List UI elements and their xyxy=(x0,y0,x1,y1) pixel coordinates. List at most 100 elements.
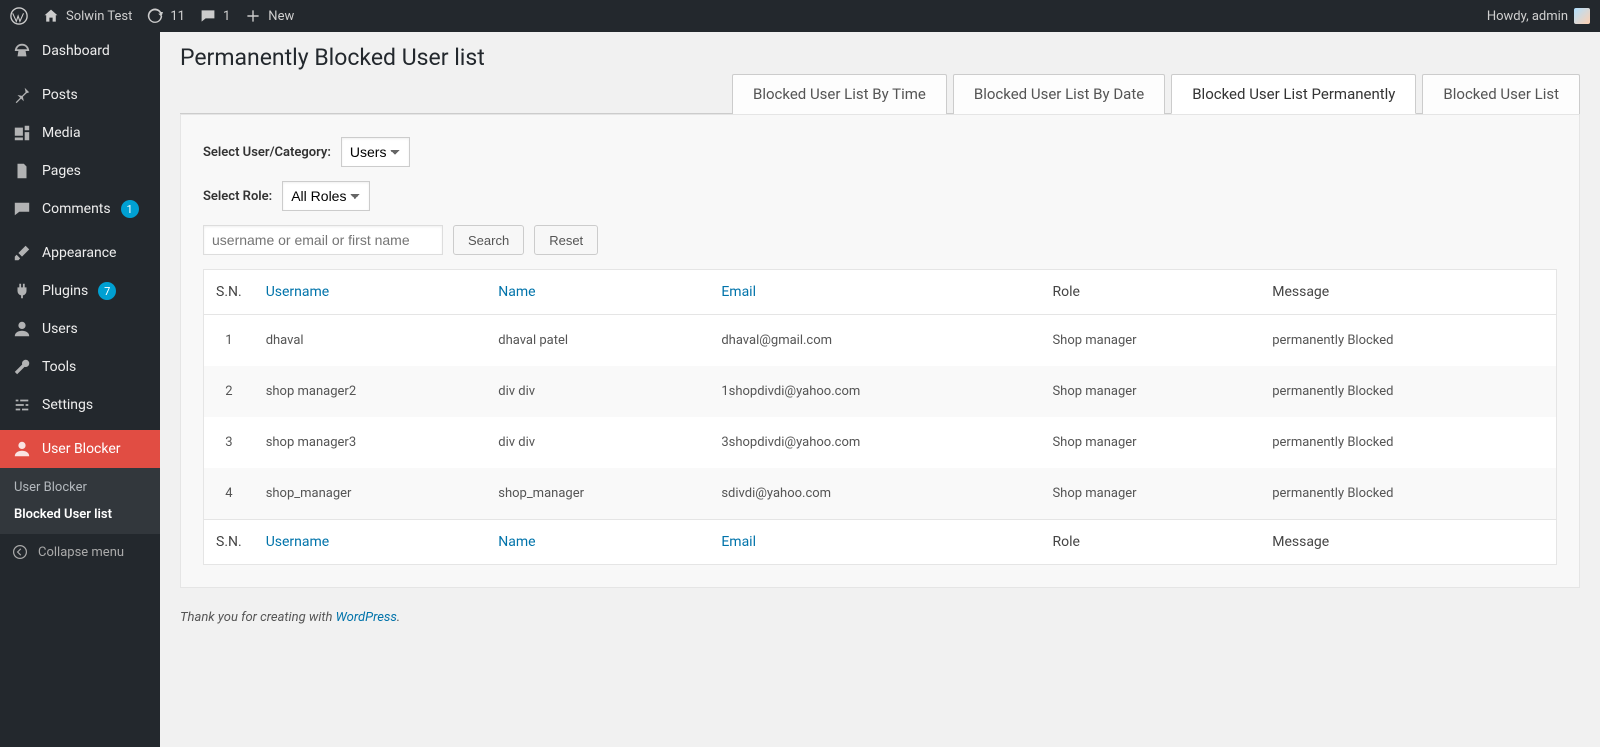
comment-icon xyxy=(199,7,217,25)
th-message: Message xyxy=(1260,270,1556,315)
search-input[interactable] xyxy=(203,225,443,255)
main-content: Permanently Blocked User list Blocked Us… xyxy=(160,0,1600,588)
menu-user-blocker[interactable]: User Blocker xyxy=(0,430,160,468)
wp-logo[interactable] xyxy=(10,7,28,25)
collapse-label: Collapse menu xyxy=(38,545,124,560)
wordpress-icon xyxy=(10,7,28,25)
select-user-category[interactable]: Users xyxy=(341,137,410,167)
th-email: Email xyxy=(709,270,1040,315)
dashboard-icon xyxy=(12,41,32,61)
media-icon xyxy=(12,123,32,143)
select-user-category-label: Select User/Category: xyxy=(203,145,331,160)
home-icon xyxy=(42,7,60,25)
table-row: 3shop manager3div div3shopdivdi@yahoo.co… xyxy=(204,417,1557,468)
cell-email: 3shopdivdi@yahoo.com xyxy=(709,417,1040,468)
tf-email: Email xyxy=(709,520,1040,565)
sort-email-foot[interactable]: Email xyxy=(721,534,756,550)
menu-settings[interactable]: Settings xyxy=(0,386,160,424)
cell-message: permanently Blocked xyxy=(1260,417,1556,468)
admin-sidebar: Dashboard Posts Media Pages Comments 1 A… xyxy=(0,32,160,747)
footer-wordpress-link[interactable]: WordPress xyxy=(336,610,397,625)
user-icon xyxy=(12,439,32,459)
page-title: Permanently Blocked User list xyxy=(180,32,1580,79)
tf-sn: S.N. xyxy=(204,520,254,565)
tab-0[interactable]: Blocked User List By Time xyxy=(732,74,947,114)
th-name: Name xyxy=(486,270,709,315)
menu-comments-label: Comments xyxy=(42,201,111,217)
table-row: 4shop_managershop_managersdivdi@yahoo.co… xyxy=(204,468,1557,520)
menu-pages[interactable]: Pages xyxy=(0,152,160,190)
menu-dashboard[interactable]: Dashboard xyxy=(0,32,160,70)
menu-tools[interactable]: Tools xyxy=(0,348,160,386)
tab-1[interactable]: Blocked User List By Date xyxy=(953,74,1165,114)
user-blocker-submenu: User Blocker Blocked User list xyxy=(0,468,160,534)
select-role[interactable]: All Roles xyxy=(282,181,370,211)
menu-comments[interactable]: Comments 1 xyxy=(0,190,160,228)
plus-icon xyxy=(244,7,262,25)
cell-name: div div xyxy=(486,417,709,468)
cell-sn: 4 xyxy=(204,468,254,520)
refresh-icon xyxy=(146,7,164,25)
select-role-label: Select Role: xyxy=(203,189,272,204)
sliders-icon xyxy=(12,395,32,415)
howdy-link[interactable]: Howdy, admin xyxy=(1487,8,1590,24)
sort-username[interactable]: Username xyxy=(266,284,330,300)
pin-icon xyxy=(12,85,32,105)
cell-email: sdivdi@yahoo.com xyxy=(709,468,1040,520)
menu-tools-label: Tools xyxy=(42,359,76,375)
tab-2[interactable]: Blocked User List Permanently xyxy=(1171,74,1416,114)
search-button[interactable]: Search xyxy=(453,225,524,255)
cell-username: dhaval xyxy=(254,315,487,367)
plugins-badge: 7 xyxy=(98,282,116,300)
menu-appearance[interactable]: Appearance xyxy=(0,234,160,272)
new-link[interactable]: New xyxy=(244,7,294,25)
tf-username: Username xyxy=(254,520,487,565)
sort-username-foot[interactable]: Username xyxy=(266,534,330,550)
tab-strip: Blocked User List By TimeBlocked User Li… xyxy=(180,73,1580,114)
comments-link[interactable]: 1 xyxy=(199,7,230,25)
page-icon xyxy=(12,161,32,181)
footer-prefix: Thank you for creating with xyxy=(180,610,336,625)
blocked-users-table: S.N. Username Name Email Role Message 1d… xyxy=(203,269,1557,565)
cell-email: dhaval@gmail.com xyxy=(709,315,1040,367)
submenu-blocked-list[interactable]: Blocked User list xyxy=(0,501,160,528)
cell-username: shop manager2 xyxy=(254,366,487,417)
cell-sn: 1 xyxy=(204,315,254,367)
cell-message: permanently Blocked xyxy=(1260,315,1556,367)
sort-name-foot[interactable]: Name xyxy=(498,534,535,550)
howdy-text: Howdy, admin xyxy=(1487,9,1568,24)
table-row: 2shop manager2div div1shopdivdi@yahoo.co… xyxy=(204,366,1557,417)
menu-users[interactable]: Users xyxy=(0,310,160,348)
footer: Thank you for creating with WordPress. xyxy=(160,588,1600,647)
tab-3[interactable]: Blocked User List xyxy=(1422,74,1580,114)
menu-posts-label: Posts xyxy=(42,87,78,103)
reset-button[interactable]: Reset xyxy=(534,225,598,255)
cell-message: permanently Blocked xyxy=(1260,366,1556,417)
updates-link[interactable]: 11 xyxy=(146,7,185,25)
collapse-menu[interactable]: Collapse menu xyxy=(0,534,160,570)
cell-username: shop_manager xyxy=(254,468,487,520)
tf-message: Message xyxy=(1260,520,1556,565)
comments-count: 1 xyxy=(223,9,230,24)
cell-sn: 2 xyxy=(204,366,254,417)
cell-name: dhaval patel xyxy=(486,315,709,367)
menu-plugins[interactable]: Plugins 7 xyxy=(0,272,160,310)
menu-pages-label: Pages xyxy=(42,163,81,179)
wrench-icon xyxy=(12,357,32,377)
cell-username: shop manager3 xyxy=(254,417,487,468)
menu-posts[interactable]: Posts xyxy=(0,76,160,114)
sort-name[interactable]: Name xyxy=(498,284,535,300)
filter-card: Select User/Category: Users Select Role:… xyxy=(180,114,1580,588)
brush-icon xyxy=(12,243,32,263)
cell-sn: 3 xyxy=(204,417,254,468)
table-row: 1dhavaldhaval pateldhaval@gmail.comShop … xyxy=(204,315,1557,367)
cell-message: permanently Blocked xyxy=(1260,468,1556,520)
menu-dashboard-label: Dashboard xyxy=(42,43,110,59)
submenu-user-blocker[interactable]: User Blocker xyxy=(0,474,160,501)
menu-user-blocker-label: User Blocker xyxy=(42,441,121,457)
menu-media[interactable]: Media xyxy=(0,114,160,152)
cell-role: Shop manager xyxy=(1040,366,1260,417)
site-link[interactable]: Solwin Test xyxy=(42,7,132,25)
collapse-icon xyxy=(12,544,28,560)
sort-email[interactable]: Email xyxy=(721,284,756,300)
